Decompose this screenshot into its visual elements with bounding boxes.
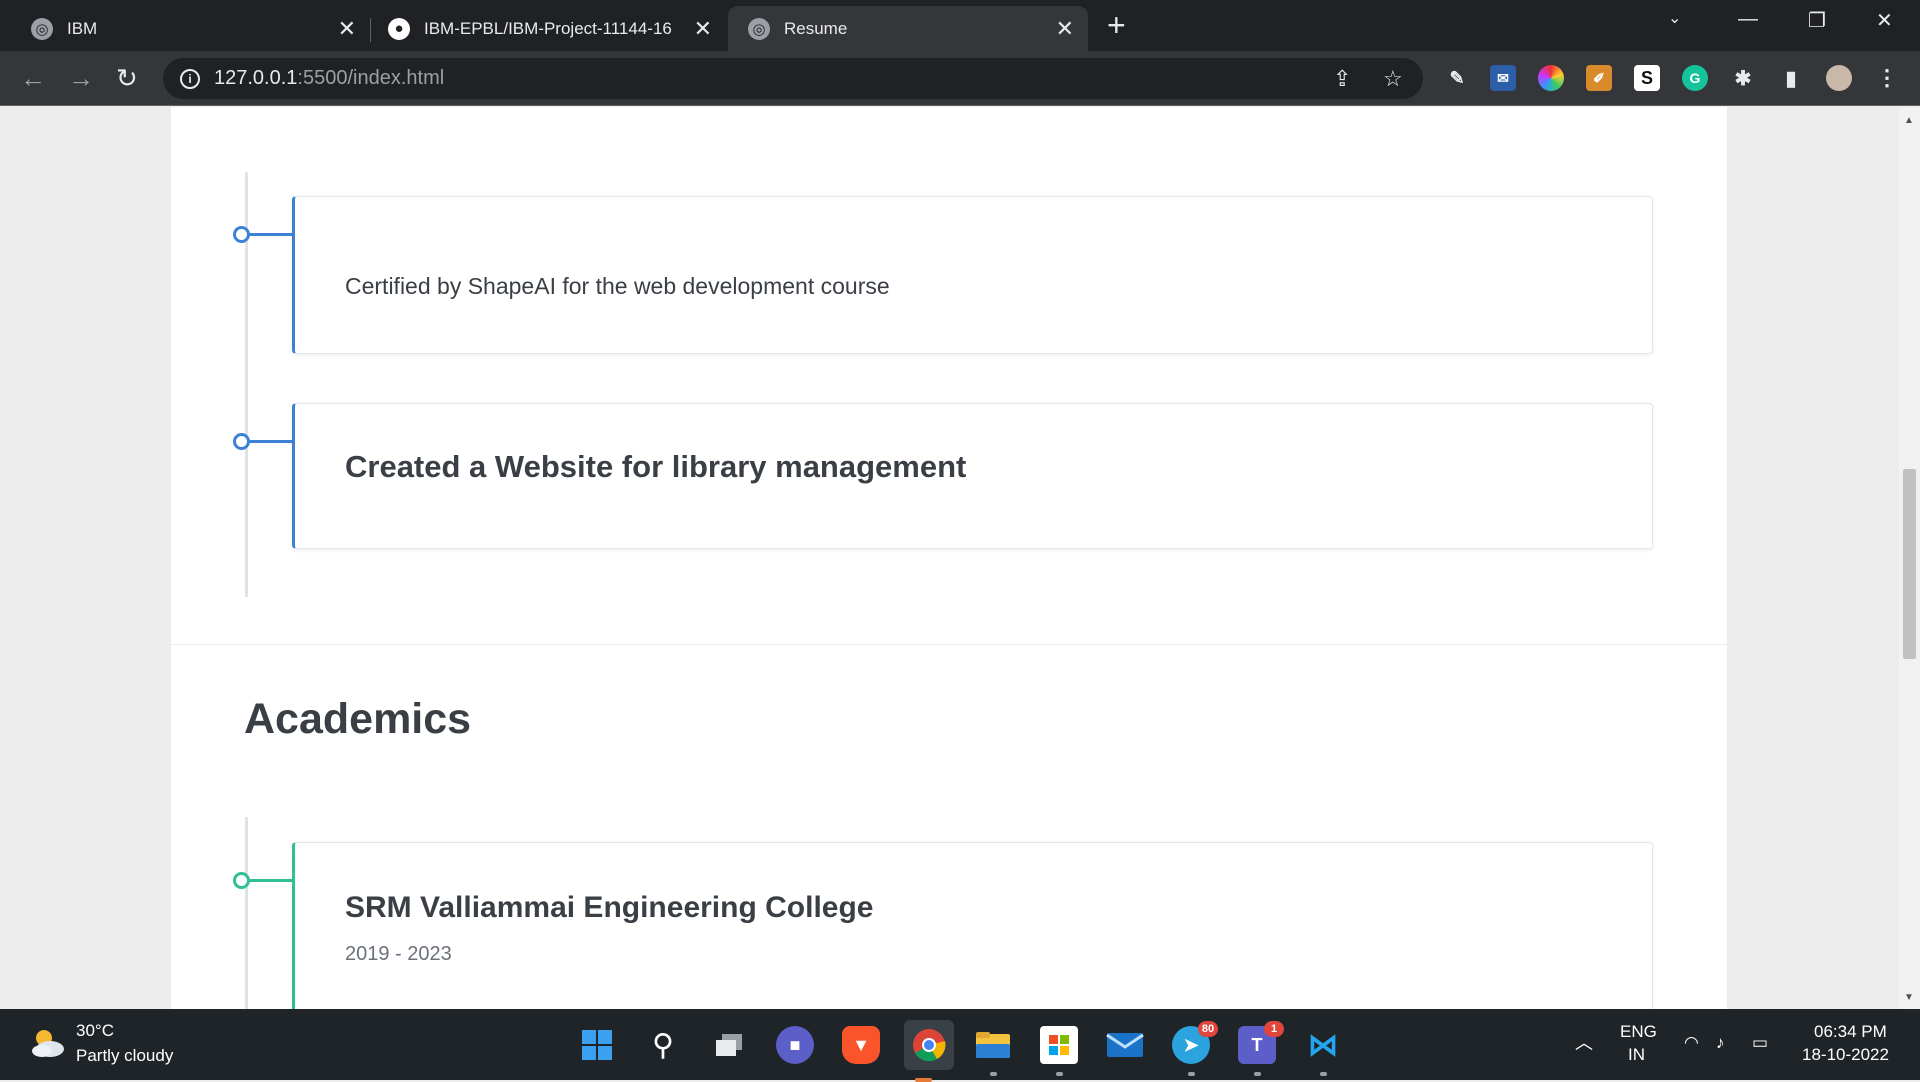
bookmark-star-icon[interactable]: ☆ <box>1383 66 1403 92</box>
running-indicator <box>1188 1072 1195 1076</box>
pen-extension-icon[interactable]: ✎ <box>1444 65 1470 91</box>
github-icon: ● <box>388 17 410 40</box>
address-bar[interactable]: i 127.0.0.1:5500/index.html ⇪ ☆ <box>163 58 1423 99</box>
folder-icon[interactable] <box>974 1026 1012 1076</box>
timeline-card-certification: Certified by ShapeAI for the web develop… <box>292 196 1653 354</box>
tab-github[interactable]: ● IBM-EPBL/IBM-Project-11144-16 ✕ <box>371 6 726 51</box>
language-code[interactable]: ENG <box>1620 1022 1657 1042</box>
timeline-card-education: SRM Valliammai Engineering College 2019 … <box>292 842 1653 1009</box>
restore-button[interactable]: ❐ <box>1808 8 1826 33</box>
running-indicator <box>990 1072 997 1076</box>
battery-icon[interactable]: ▭ <box>1752 1033 1768 1053</box>
language-region[interactable]: IN <box>1628 1045 1645 1065</box>
scroll-up-arrow-icon[interactable]: ▲ <box>1904 115 1914 126</box>
video-chat-icon[interactable]: ■ <box>776 1026 814 1064</box>
clock-date[interactable]: 18-10-2022 <box>1802 1045 1889 1065</box>
tab-ibm[interactable]: ◎ IBM ✕ <box>0 6 370 51</box>
page-scrollbar[interactable]: ▲ ▼ <box>1899 107 1920 1009</box>
s-extension-icon[interactable]: S <box>1634 65 1660 91</box>
close-icon[interactable]: ✕ <box>694 16 712 42</box>
certification-text: Certified by ShapeAI for the web develop… <box>345 273 890 299</box>
teams-badge: 1 <box>1264 1021 1284 1037</box>
volume-icon[interactable]: ♪ <box>1716 1033 1725 1053</box>
minimize-button[interactable]: — <box>1738 8 1758 31</box>
running-indicator <box>1254 1072 1261 1076</box>
scroll-down-arrow-icon[interactable]: ▼ <box>1904 992 1914 1003</box>
tab-resume[interactable]: ◎ Resume ✕ <box>728 6 1088 51</box>
menu-kebab-icon[interactable]: ⋮ <box>1874 65 1900 91</box>
institution-name: SRM Valliammai Engineering College <box>345 891 874 924</box>
education-years: 2019 - 2023 <box>345 943 452 965</box>
mail-extension-icon[interactable]: ✉ <box>1490 65 1516 91</box>
teams-icon[interactable]: T 1 <box>1238 1021 1284 1076</box>
close-icon[interactable]: ✕ <box>1056 16 1074 42</box>
section-divider <box>171 644 1727 645</box>
close-window-button[interactable]: ✕ <box>1876 8 1893 33</box>
globe-icon: ◎ <box>748 17 770 40</box>
timeline-line <box>245 817 248 1009</box>
tab-title: IBM <box>67 18 98 38</box>
show-hidden-icons-chevron-icon[interactable]: ︿ <box>1575 1029 1593 1055</box>
windows-taskbar: 30°C Partly cloudy ⚲ ■ ▼ ➤ 80 T 1 ⋈ ︿ EN… <box>0 1009 1920 1082</box>
timeline-card-project: Created a Website for library management <box>292 403 1653 549</box>
telegram-icon[interactable]: ➤ 80 <box>1172 1021 1218 1076</box>
windows-logo-icon[interactable] <box>578 1026 616 1064</box>
timeline-node <box>233 872 250 889</box>
telegram-badge: 80 <box>1198 1021 1218 1037</box>
close-icon[interactable]: ✕ <box>338 16 356 42</box>
active-indicator <box>915 1078 932 1082</box>
browser-tab-strip: ◎ IBM ✕ ● IBM-EPBL/IBM-Project-11144-16 … <box>0 0 1920 51</box>
running-indicator <box>1056 1072 1063 1076</box>
share-icon[interactable]: ⇪ <box>1333 66 1351 92</box>
scroll-thumb[interactable] <box>1903 469 1916 659</box>
timeline-connector <box>249 440 293 443</box>
clock-time[interactable]: 06:34 PM <box>1814 1022 1887 1042</box>
profile-avatar[interactable] <box>1826 65 1852 91</box>
browser-toolbar: ← → ↻ i 127.0.0.1:5500/index.html ⇪ ☆ ✎ … <box>0 51 1920 106</box>
task-view-icon[interactable] <box>710 1026 748 1064</box>
wifi-icon[interactable]: ◠ <box>1684 1033 1699 1053</box>
tab-title: Resume <box>784 18 848 38</box>
timeline-connector <box>249 233 293 236</box>
mail-icon[interactable] <box>1106 1026 1144 1064</box>
tab-title: IBM-EPBL/IBM-Project-11144-16 <box>424 18 672 38</box>
color-picker-extension-icon[interactable] <box>1538 65 1564 91</box>
vscode-icon[interactable]: ⋈ <box>1304 1026 1342 1076</box>
resume-page: Certified by ShapeAI for the web develop… <box>171 107 1727 1009</box>
chrome-icon[interactable] <box>904 1020 954 1082</box>
weather-temperature: 30°C <box>76 1021 114 1040</box>
reload-icon[interactable]: ↻ <box>116 63 138 94</box>
brave-lion-icon[interactable]: ▼ <box>842 1026 880 1064</box>
running-indicator <box>1320 1072 1327 1076</box>
extensions-puzzle-icon[interactable]: ✱ <box>1730 65 1756 91</box>
timeline-node <box>233 226 250 243</box>
url-text: 127.0.0.1:5500/index.html <box>214 67 445 89</box>
site-info-icon[interactable]: i <box>180 68 200 89</box>
back-arrow-icon[interactable]: ← <box>20 63 46 94</box>
project-title: Created a Website for library management <box>345 449 967 484</box>
store-icon[interactable] <box>1040 1026 1078 1076</box>
search-icon[interactable]: ⚲ <box>644 1026 682 1064</box>
weather-description: Partly cloudy <box>76 1046 174 1065</box>
partly-cloudy-icon[interactable] <box>28 1025 68 1061</box>
timeline-node <box>233 433 250 450</box>
timeline-connector <box>249 879 293 882</box>
grammarly-icon[interactable]: G <box>1682 65 1708 91</box>
new-tab-button[interactable]: + <box>1107 7 1126 44</box>
tab-search-chevron-icon[interactable]: ⌄ <box>1668 8 1681 28</box>
side-panel-icon[interactable]: ▮ <box>1778 65 1804 91</box>
globe-icon: ◎ <box>31 17 53 40</box>
academics-heading: Academics <box>244 695 472 743</box>
page-viewport: Certified by ShapeAI for the web develop… <box>0 107 1899 1009</box>
forward-arrow-icon[interactable]: → <box>68 63 94 94</box>
edit-extension-icon[interactable]: ✐ <box>1586 65 1612 91</box>
